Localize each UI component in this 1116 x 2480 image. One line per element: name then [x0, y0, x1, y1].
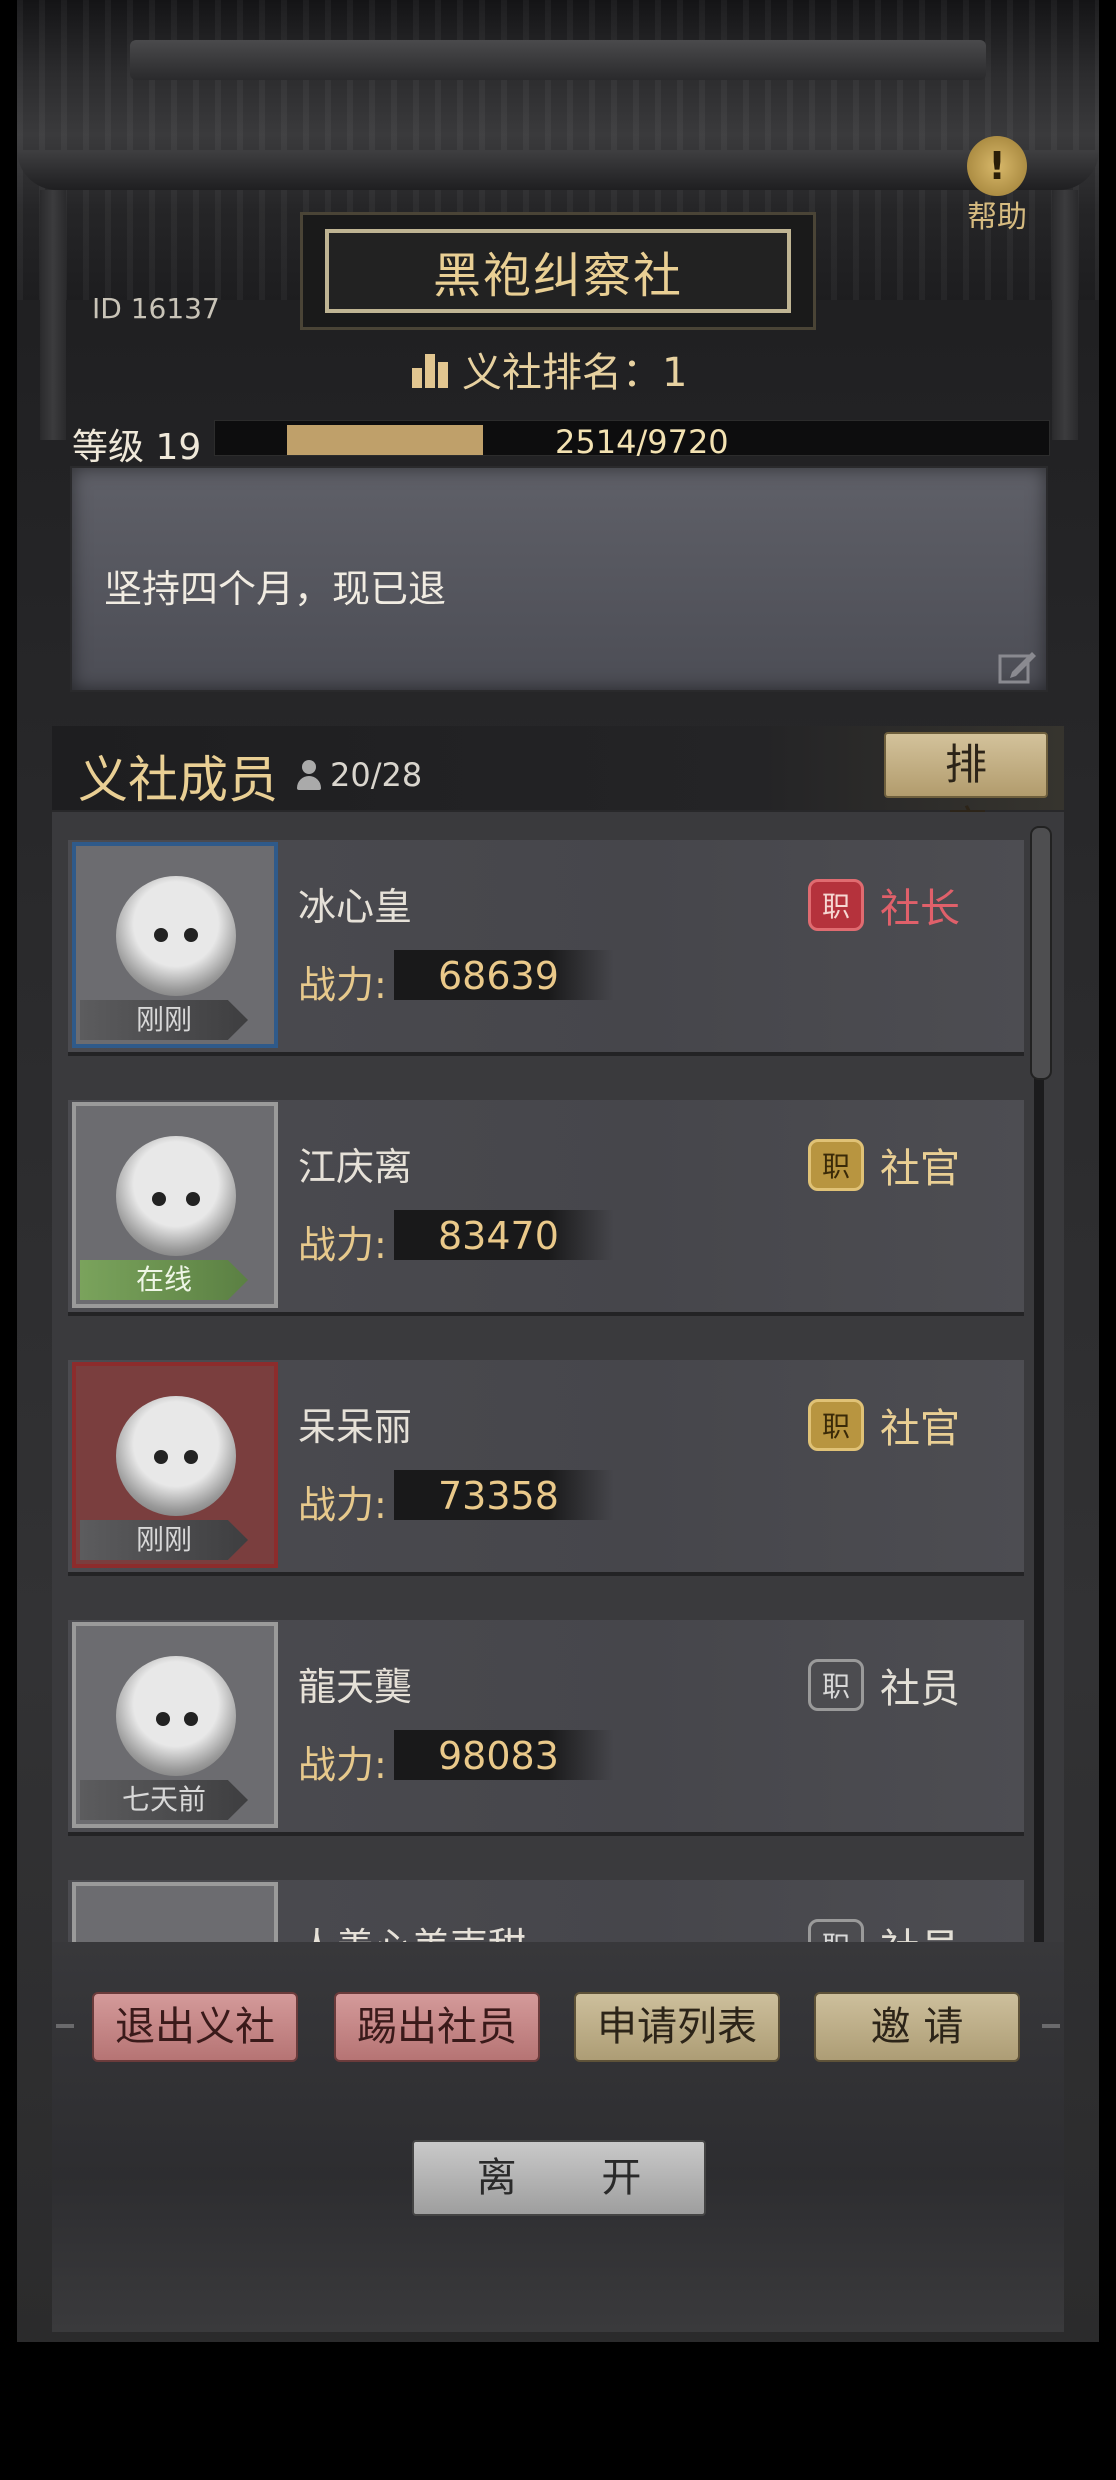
power-box: 73358: [394, 1470, 614, 1520]
pillar-right: [1052, 190, 1078, 440]
power-label: 战力:: [298, 1483, 387, 1527]
member-card[interactable]: 刚刚 呆呆丽 战力: 73358 职 社官: [68, 1360, 1024, 1576]
role-badge-icon: 职: [808, 1139, 864, 1191]
member-avatar: [72, 1882, 278, 1942]
member-count: 20/28: [296, 756, 422, 794]
member-status: 七天前: [80, 1780, 248, 1820]
role-badge-icon: 职: [808, 1399, 864, 1451]
roof-eave: [17, 150, 1099, 190]
power-label: 战力:: [298, 963, 387, 1007]
member-avatar: 刚刚: [72, 842, 278, 1048]
bar-chart-icon: [412, 350, 448, 388]
power-box: 83470: [394, 1210, 614, 1260]
power-box: 68639: [394, 950, 614, 1000]
member-card[interactable]: 在线 江庆离 战力: 83470 职 社官: [68, 1100, 1024, 1316]
roof-ridge: [130, 40, 986, 80]
member-count-text: 20/28: [330, 756, 423, 794]
guild-id: ID 16137: [92, 292, 220, 325]
member-status: 刚刚: [80, 1520, 248, 1560]
member-list[interactable]: 刚刚 冰心皇 战力: 68639 职 社长 在线 江庆离 战力: 83470 职…: [52, 812, 1064, 1942]
member-name: 呆呆丽: [298, 1405, 413, 1449]
level-label: 等级 19: [72, 427, 202, 468]
avatar-portrait: [116, 1656, 236, 1776]
divider-left: [56, 2024, 74, 2028]
role-name: 社官: [880, 1406, 960, 1452]
guild-title-plate: 黑袍纠察社: [300, 212, 816, 330]
guild-name: 黑袍纠察社: [432, 248, 683, 304]
member-role: 职 社员: [808, 1916, 960, 1942]
level-row: 等级 19 2514/9720: [70, 418, 1050, 468]
members-title: 义社成员: [78, 751, 278, 809]
notice-text: 坚持四个月，现已退: [104, 567, 447, 611]
member-role: 职 社官: [808, 1136, 960, 1194]
members-header: 义社成员 20/28 排 序: [52, 726, 1064, 851]
guild-notice: 坚持四个月，现已退: [70, 466, 1048, 692]
power-value: 68639: [438, 954, 559, 998]
power-value: 73358: [438, 1474, 559, 1518]
member-avatar: 七天前: [72, 1622, 278, 1828]
role-name: 社官: [880, 1146, 960, 1192]
help-label: 帮助: [967, 200, 1027, 235]
member-card[interactable]: 七天前 龍天龑 战力: 98083 职 社员: [68, 1620, 1024, 1836]
member-role: 职 社员: [808, 1656, 960, 1714]
level-progress-bar: 2514/9720: [214, 420, 1050, 461]
role-name: 社员: [880, 1916, 960, 1942]
role-name: 社员: [880, 1666, 960, 1712]
divider-right: [1042, 2024, 1060, 2028]
quit-guild-button[interactable]: 退出义社: [92, 1992, 298, 2062]
edit-icon[interactable]: [998, 648, 1038, 684]
member-card[interactable]: 人善心美声甜 职 社员: [68, 1880, 1024, 1942]
power-box: 98083: [394, 1730, 614, 1780]
kick-member-button[interactable]: 踢出社员: [334, 1992, 540, 2062]
power-label: 战力:: [298, 1743, 387, 1787]
member-avatar: 在线: [72, 1102, 278, 1308]
application-list-button[interactable]: 申请列表: [574, 1992, 780, 2062]
power-value: 83470: [438, 1214, 559, 1258]
help-button[interactable]: ! 帮助: [962, 136, 1032, 236]
role-badge-icon: 职: [808, 879, 864, 931]
role-badge-icon: 职: [808, 1659, 864, 1711]
scrollbar-thumb[interactable]: [1030, 826, 1052, 1080]
avatar-portrait: [116, 1136, 236, 1256]
level-progress-fill: [287, 425, 483, 455]
member-role: 职 社长: [808, 876, 960, 934]
member-name: 人善心美声甜: [298, 1916, 526, 1942]
member-name: 江庆离: [298, 1145, 413, 1189]
level-progress-text: 2514/9720: [555, 423, 729, 461]
avatar-portrait: [116, 876, 236, 996]
member-status: 刚刚: [80, 1000, 248, 1040]
member-name: 龍天龑: [298, 1665, 413, 1709]
role-badge-icon: 职: [808, 1919, 864, 1942]
sort-button[interactable]: 排 序: [884, 732, 1048, 851]
member-name: 冰心皇: [298, 885, 413, 929]
pillar-left: [40, 190, 66, 440]
power-label: 战力:: [298, 1223, 387, 1267]
member-card[interactable]: 刚刚 冰心皇 战力: 68639 职 社长: [68, 840, 1024, 1056]
person-icon: [296, 760, 322, 790]
avatar-portrait: [116, 1396, 236, 1516]
member-role: 职 社官: [808, 1396, 960, 1454]
member-status: 在线: [80, 1260, 248, 1300]
invite-button[interactable]: 邀 请: [814, 1992, 1020, 2062]
guild-rank-text: 义社排名：1: [462, 350, 688, 396]
exclamation-icon: !: [967, 136, 1027, 196]
member-avatar: 刚刚: [72, 1362, 278, 1568]
power-value: 98083: [438, 1734, 559, 1778]
role-name: 社长: [880, 886, 960, 932]
leave-button[interactable]: 离 开: [412, 2140, 706, 2216]
guild-rank: 义社排名：1: [412, 340, 687, 398]
